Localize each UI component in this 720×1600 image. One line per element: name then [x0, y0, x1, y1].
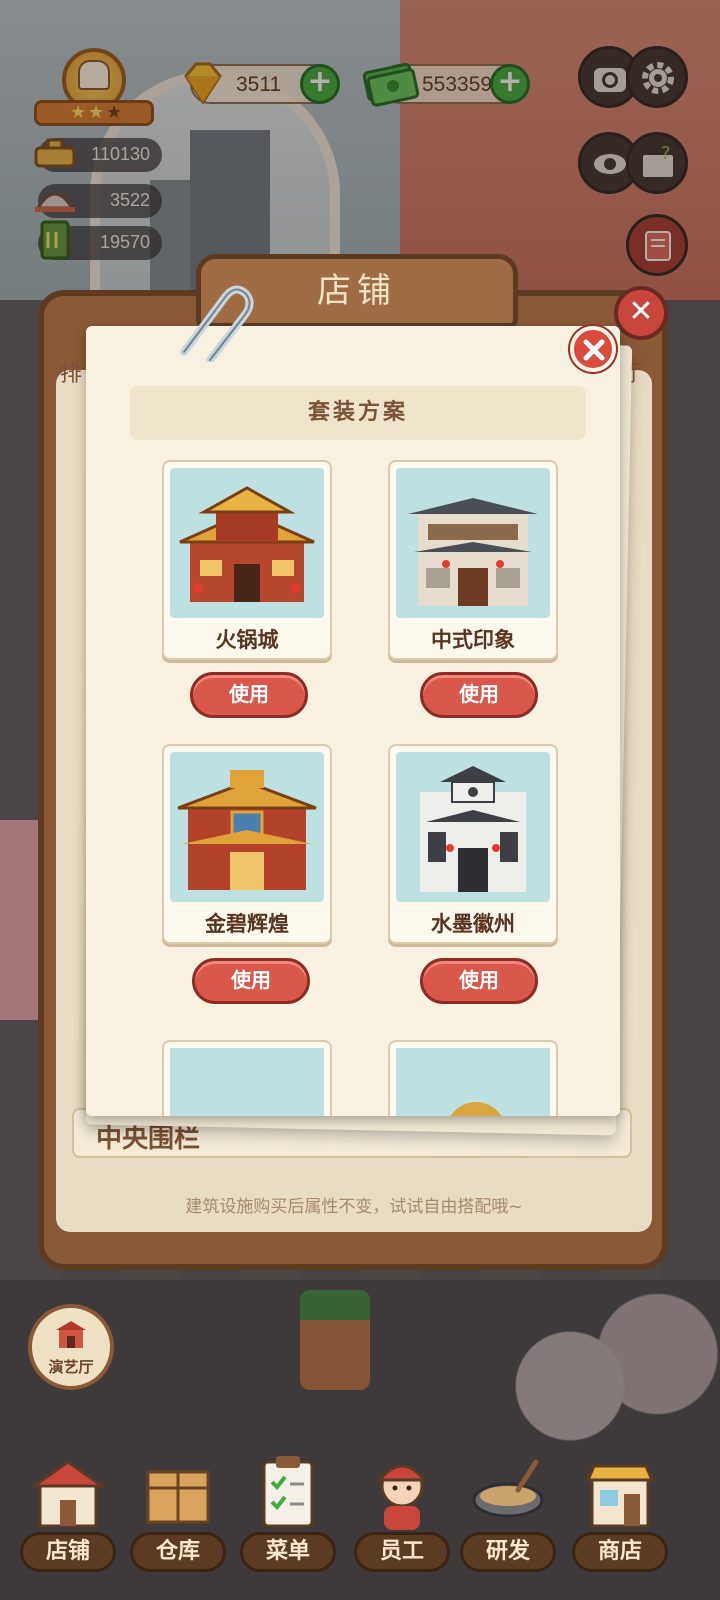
outfit-card-ink-huizhou[interactable]: 水墨徽州: [388, 744, 558, 944]
outfit-plan-popup: [86, 326, 620, 1116]
ink-huizhou-building-image: [396, 752, 550, 902]
nav-warehouse[interactable]: 仓库: [128, 1450, 228, 1590]
card-partial: [162, 1040, 332, 1116]
outfit-name: 中式印象: [431, 628, 515, 652]
nav-shop[interactable]: 店铺: [18, 1450, 118, 1590]
chinese-impression-building-image: [396, 468, 550, 618]
outfit-name: 金碧辉煌: [205, 912, 289, 936]
outfit-name: 火锅城: [215, 628, 279, 652]
box-icon: [146, 1470, 210, 1524]
theater-button[interactable]: 演艺厅: [28, 1304, 114, 1390]
shop-close-button[interactable]: ✕: [614, 286, 668, 340]
use-button-hotpot[interactable]: 使用: [190, 672, 308, 718]
outfit-card-chinese-impression[interactable]: 中式印象: [388, 460, 558, 660]
nav-staff[interactable]: 员工: [352, 1450, 452, 1590]
wok-icon: [472, 1459, 544, 1518]
popup-close-button[interactable]: [570, 326, 616, 372]
card-partial: [388, 1040, 558, 1116]
use-button-chinese-impression[interactable]: 使用: [420, 672, 538, 718]
hotpot-building-image: [170, 468, 324, 618]
storefront-icon: [585, 1464, 655, 1528]
use-button-golden-splendor[interactable]: 使用: [192, 958, 310, 1004]
nav-label: 商店: [572, 1532, 668, 1572]
nav-research[interactable]: 研发: [458, 1450, 558, 1590]
outfit-card-golden-splendor[interactable]: 金碧辉煌: [162, 744, 332, 944]
close-icon: [583, 339, 605, 361]
nav-label: 菜单: [240, 1532, 336, 1572]
nav-label: 仓库: [130, 1532, 226, 1572]
shop-building-icon: [29, 1460, 107, 1528]
nav-menu[interactable]: 菜单: [238, 1450, 338, 1590]
outfit-name: 水墨徽州: [431, 912, 515, 936]
use-button-ink-huizhou[interactable]: 使用: [420, 958, 538, 1004]
paper-clip-icon: [180, 285, 254, 362]
staff-avatar-icon: [376, 1464, 428, 1530]
theater-label: 演艺厅: [48, 1358, 94, 1376]
golden-splendor-building-image: [170, 752, 324, 902]
outfit-card-hotpot[interactable]: 火锅城: [162, 460, 332, 660]
clipboard-icon: [262, 1456, 314, 1528]
theater-stage-icon: [56, 1321, 86, 1348]
nav-label: 店铺: [20, 1532, 116, 1572]
nav-store[interactable]: 商店: [570, 1450, 670, 1590]
popup-title: 套装方案: [307, 400, 408, 425]
nav-label: 研发: [460, 1532, 556, 1572]
popup-header: 套装方案: [130, 386, 586, 440]
nav-label: 员工: [354, 1532, 450, 1572]
shop-hint-text: 建筑设施购买后属性不变，试试自由搭配哦~: [185, 1197, 523, 1217]
